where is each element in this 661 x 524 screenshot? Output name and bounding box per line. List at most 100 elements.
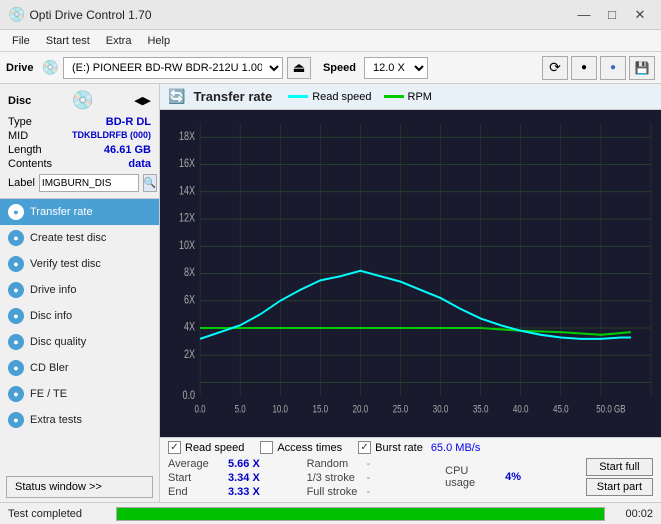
app-icon: 💿 [8, 6, 25, 23]
start-part-button[interactable]: Start part [586, 478, 653, 496]
close-button[interactable]: ✕ [627, 4, 653, 26]
burst-rate-value: 65.0 MB/s [431, 442, 481, 454]
nav-transfer-rate[interactable]: ● Transfer rate [0, 199, 159, 225]
nav-disc-info[interactable]: ● Disc info [0, 303, 159, 329]
disc-label-icon-button[interactable]: 🔍 [143, 174, 157, 192]
chart-svg: 18X 16X 14X 12X 10X 8X 6X 4X 2X 0.0 0.0 … [160, 110, 661, 437]
svg-text:2X: 2X [184, 348, 195, 362]
nav-verify-test-disc[interactable]: ● Verify test disc [0, 251, 159, 277]
legend-read-speed: Read speed [288, 91, 371, 103]
svg-text:25.0: 25.0 [393, 403, 409, 416]
stat-1-3-stroke-value: - [367, 472, 371, 484]
disc-mid-label: MID [8, 130, 28, 142]
app-title: Opti Drive Control 1.70 [29, 8, 571, 22]
checkbox-read-speed-label: Read speed [185, 442, 244, 454]
svg-text:30.0: 30.0 [433, 403, 449, 416]
nav-extra-tests[interactable]: ● Extra tests [0, 407, 159, 433]
legend-rpm-color [384, 95, 404, 98]
svg-text:40.0: 40.0 [513, 403, 529, 416]
disc-contents-label: Contents [8, 158, 52, 170]
legend-read-speed-label: Read speed [312, 91, 371, 103]
checkbox-read-speed[interactable]: ✓ Read speed [168, 441, 244, 454]
window-controls: — □ ✕ [571, 4, 653, 26]
nav-cd-bler[interactable]: ● CD Bler [0, 355, 159, 381]
svg-text:45.0: 45.0 [553, 403, 569, 416]
nav-label-drive-info: Drive info [30, 284, 76, 296]
stat-cpu-row: CPU usage 4% Start full Start part [445, 457, 653, 497]
stat-cpu-label: CPU usage [445, 465, 501, 489]
nav-fe-te[interactable]: ● FE / TE [0, 381, 159, 407]
nav-create-test-disc[interactable]: ● Create test disc [0, 225, 159, 251]
checkbox-burst-rate[interactable]: ✓ Burst rate 65.0 MB/s [358, 441, 480, 454]
disc-label-label: Label [8, 177, 35, 189]
blue-button[interactable]: ● [600, 56, 626, 80]
red-button[interactable]: ● [571, 56, 597, 80]
disc-section: Disc 💿 ◀▶ Type BD-R DL MID TDKBLDRFB (00… [0, 84, 159, 199]
stat-random-row: Random - [307, 457, 446, 471]
stat-start-value: 3.34 X [228, 472, 268, 484]
svg-text:8X: 8X [184, 266, 195, 280]
chart-legend: Read speed RPM [288, 91, 432, 103]
checkbox-access-times[interactable]: Access times [260, 441, 342, 454]
maximize-button[interactable]: □ [599, 4, 625, 26]
nav-disc-quality[interactable]: ● Disc quality [0, 329, 159, 355]
chart-header: 🔄 Transfer rate Read speed RPM [160, 84, 661, 110]
disc-icon: 💿 [71, 90, 93, 111]
eject-button[interactable]: ⏏ [287, 57, 311, 79]
stat-cpu-value: 4% [505, 471, 545, 483]
svg-text:10X: 10X [179, 239, 195, 253]
minimize-button[interactable]: — [571, 4, 597, 26]
main-area: Disc 💿 ◀▶ Type BD-R DL MID TDKBLDRFB (00… [0, 84, 661, 502]
nav-icon-fe-te: ● [8, 386, 24, 402]
speed-select[interactable]: 12.0 X ↓ [364, 57, 428, 79]
svg-text:18X: 18X [179, 130, 195, 144]
stat-full-stroke-row: Full stroke - [307, 485, 446, 499]
menubar: File Start test Extra Help [0, 30, 661, 52]
nav-label-disc-quality: Disc quality [30, 336, 86, 348]
stats-col-middle: Random - 1/3 stroke - Full stroke - [307, 457, 446, 499]
content-area: 🔄 Transfer rate Read speed RPM [160, 84, 661, 502]
drive-label: Drive [6, 62, 34, 74]
legend-read-speed-color [288, 95, 308, 98]
progress-bar [116, 507, 605, 521]
menu-help[interactable]: Help [139, 33, 178, 49]
svg-text:50.0 GB: 50.0 GB [596, 403, 625, 416]
start-full-button[interactable]: Start full [586, 458, 653, 476]
nav-drive-info[interactable]: ● Drive info [0, 277, 159, 303]
checkboxes-row: ✓ Read speed Access times ✓ Burst rate 6… [168, 441, 653, 454]
progress-bar-fill [117, 508, 604, 520]
svg-text:14X: 14X [179, 184, 195, 198]
stat-1-3-stroke-row: 1/3 stroke - [307, 471, 446, 485]
checkbox-read-speed-box: ✓ [168, 441, 181, 454]
drive-icon: 💿 [42, 59, 59, 76]
disc-title: Disc [8, 95, 31, 107]
menu-start-test[interactable]: Start test [38, 33, 98, 49]
drive-select[interactable]: (E:) PIONEER BD-RW BDR-212U 1.00 [63, 57, 283, 79]
nav-label-cd-bler: CD Bler [30, 362, 69, 374]
menu-extra[interactable]: Extra [98, 33, 140, 49]
menu-file[interactable]: File [4, 33, 38, 49]
stat-end-row: End 3.33 X [168, 485, 307, 499]
nav-label-extra-tests: Extra tests [30, 414, 82, 426]
disc-length-row: Length 46.61 GB [8, 143, 151, 157]
disc-nav-arrows[interactable]: ◀▶ [134, 94, 151, 107]
save-button[interactable]: 💾 [629, 56, 655, 80]
nav-icon-disc-quality: ● [8, 334, 24, 350]
svg-text:0.0: 0.0 [183, 389, 196, 403]
nav-label-create-test-disc: Create test disc [30, 232, 106, 244]
svg-text:20.0: 20.0 [353, 403, 369, 416]
disc-contents-value: data [128, 158, 151, 170]
stats-col-right: CPU usage 4% Start full Start part [445, 457, 653, 499]
stat-1-3-stroke-label: 1/3 stroke [307, 472, 363, 484]
status-window-button[interactable]: Status window >> [6, 476, 153, 498]
disc-type-row: Type BD-R DL [8, 115, 151, 129]
refresh-button[interactable]: ⟳ [542, 56, 568, 80]
svg-text:4X: 4X [184, 320, 195, 334]
disc-label-input[interactable] [39, 174, 139, 192]
disc-mid-row: MID TDKBLDRFB (000) [8, 129, 151, 143]
nav-icon-disc-info: ● [8, 308, 24, 324]
stat-start-row: Start 3.34 X [168, 471, 307, 485]
legend-rpm-label: RPM [408, 91, 432, 103]
stat-average-value: 5.66 X [228, 458, 268, 470]
checkmark-read-speed: ✓ [170, 442, 178, 453]
